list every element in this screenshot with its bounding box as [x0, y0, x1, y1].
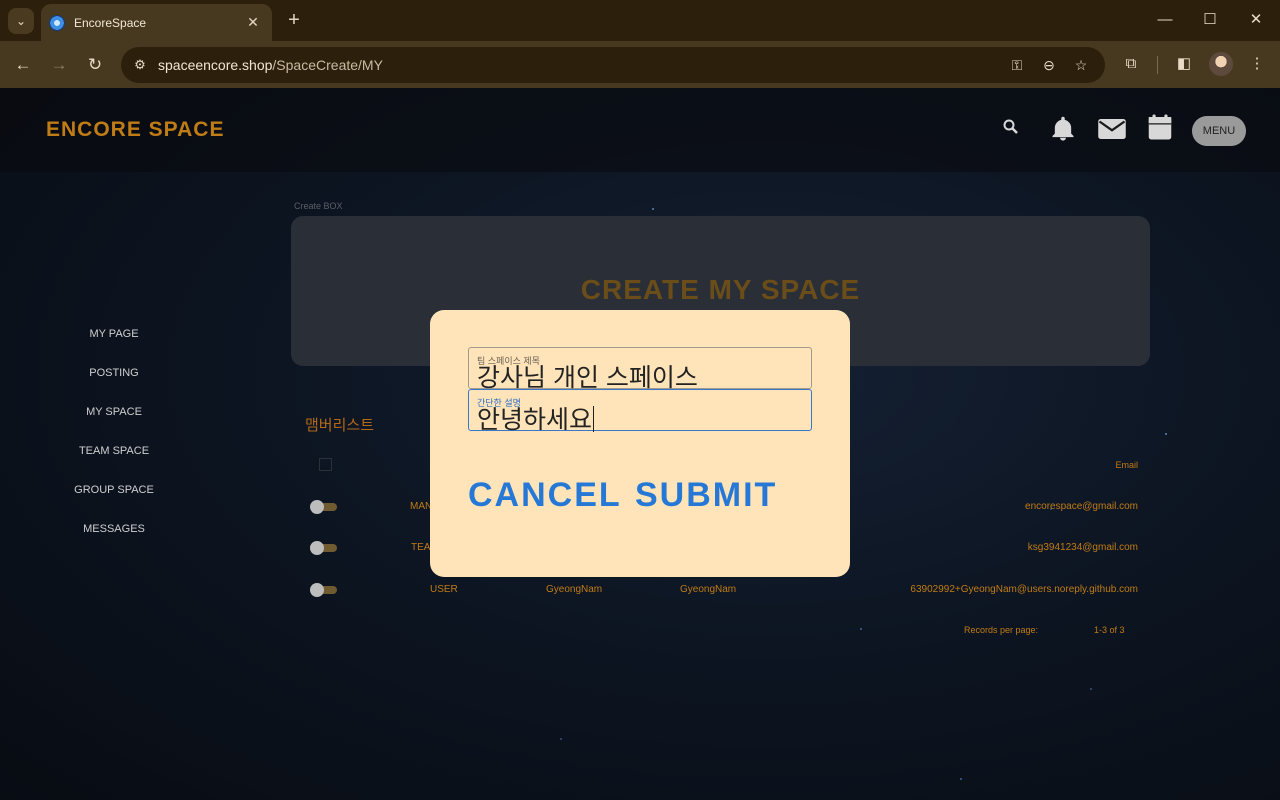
menu-button[interactable]: MENU — [1192, 116, 1246, 146]
text-caret — [593, 406, 595, 432]
member-email: encorespace@gmail.com — [1025, 501, 1138, 512]
reload-icon[interactable]: ↻ — [82, 52, 108, 78]
member-email: ksg3941234@gmail.com — [1027, 542, 1138, 553]
page: ENCORE SPACE MENU MY PAGE POSTING MY SPA… — [0, 88, 1280, 800]
profile-avatar[interactable] — [1209, 52, 1233, 76]
records-per-page-label: Records per page: — [964, 625, 1039, 635]
sidebar-item-messages[interactable]: MESSAGES — [60, 523, 168, 535]
back-icon[interactable]: ← — [10, 52, 36, 78]
browser-menu-icon[interactable]: ⋮ — [1245, 52, 1269, 76]
browser-toolbar: ← → ↻ ⚙ spaceencore.shop/SpaceCreate/MY … — [0, 41, 1280, 88]
background-star — [560, 738, 562, 740]
address-bar[interactable]: ⚙ spaceencore.shop/SpaceCreate/MY ⚿ ⊖ ☆ — [121, 47, 1105, 83]
bell-icon[interactable] — [1049, 115, 1077, 143]
bookmark-star-icon[interactable]: ☆ — [1070, 55, 1092, 75]
member-list-title: 맴버리스트 — [305, 417, 375, 434]
toggle-knob — [310, 541, 324, 555]
sidebar-item-team-space[interactable]: TEAM SPACE — [60, 445, 168, 457]
tab-search-icon[interactable]: ⌄ — [8, 8, 34, 34]
extensions-icon[interactable]: ⧉ — [1119, 52, 1143, 76]
member-toggle[interactable] — [310, 541, 337, 555]
member-role: USER — [430, 584, 458, 595]
forward-icon[interactable]: → — [46, 52, 72, 78]
password-key-icon[interactable]: ⚿ — [1006, 55, 1028, 75]
calendar-icon[interactable] — [1145, 112, 1175, 142]
member-name: GyeongNam — [546, 584, 603, 595]
window-close-icon[interactable]: ✕ — [1241, 8, 1271, 32]
column-header-email[interactable]: Email — [1090, 460, 1138, 470]
space-title-field[interactable]: 팀 스페이스 제목 강사님 개인 스페이스 — [468, 347, 812, 392]
cancel-button[interactable]: CANCEL — [468, 476, 622, 515]
background-star — [860, 628, 862, 630]
member-nickname: GyeongNam — [680, 584, 737, 595]
side-panel-icon[interactable]: ◧ — [1172, 52, 1196, 76]
sidebar-item-group-space[interactable]: GROUP SPACE — [60, 484, 168, 496]
background-star — [960, 778, 962, 780]
site-info-icon[interactable]: ⚙ — [129, 54, 151, 76]
maximize-icon[interactable]: ☐ — [1195, 8, 1225, 32]
space-description-value: 안녕하세요 — [477, 406, 593, 434]
background-star — [652, 208, 654, 210]
member-toggle[interactable] — [310, 583, 337, 597]
toolbar-divider — [1157, 56, 1158, 74]
mail-icon[interactable] — [1097, 116, 1127, 142]
tab-close-icon[interactable]: ✕ — [244, 14, 262, 31]
create-space-modal: 팀 스페이스 제목 강사님 개인 스페이스 간단한 설명 안녕하세요 CANCE… — [430, 310, 850, 577]
create-box-label: Create BOX — [294, 201, 343, 211]
zoom-icon[interactable]: ⊖ — [1038, 55, 1060, 75]
member-toggle[interactable] — [310, 500, 337, 514]
toggle-knob — [310, 583, 324, 597]
select-all-checkbox[interactable] — [319, 458, 332, 471]
url-text[interactable]: spaceencore.shop/SpaceCreate/MY — [158, 57, 383, 73]
search-icon[interactable] — [1000, 118, 1022, 140]
browser-tab[interactable]: EncoreSpace ✕ — [41, 4, 272, 41]
new-tab-icon[interactable]: + — [282, 9, 306, 33]
sidebar-item-my-space[interactable]: MY SPACE — [60, 406, 168, 418]
member-role: TEA — [411, 542, 431, 553]
toggle-knob — [310, 500, 324, 514]
sidebar-item-my-page[interactable]: MY PAGE — [60, 328, 168, 340]
member-email: 63902992+GyeongNam@users.noreply.github.… — [910, 584, 1138, 595]
site-favicon-icon — [49, 14, 65, 31]
submit-button[interactable]: SUBMIT — [635, 476, 777, 515]
browser-tabstrip: ⌄ EncoreSpace ✕ + — ☐ ✕ — [0, 0, 1280, 41]
background-star — [1165, 433, 1167, 435]
tab-title: EncoreSpace — [74, 15, 147, 30]
sidebar-item-posting[interactable]: POSTING — [60, 367, 168, 379]
minimize-icon[interactable]: — — [1150, 8, 1180, 32]
site-logo[interactable]: ENCORE SPACE — [46, 118, 224, 142]
site-header: ENCORE SPACE MENU — [0, 88, 1280, 172]
background-star — [1090, 688, 1092, 690]
member-role: MAN — [410, 501, 433, 512]
pagination-range: 1-3 of 3 — [1094, 625, 1125, 635]
space-description-input[interactable]: 안녕하세요 — [477, 400, 595, 436]
create-title: CREATE MY SPACE — [580, 274, 861, 305]
space-description-field[interactable]: 간단한 설명 안녕하세요 — [468, 389, 812, 434]
